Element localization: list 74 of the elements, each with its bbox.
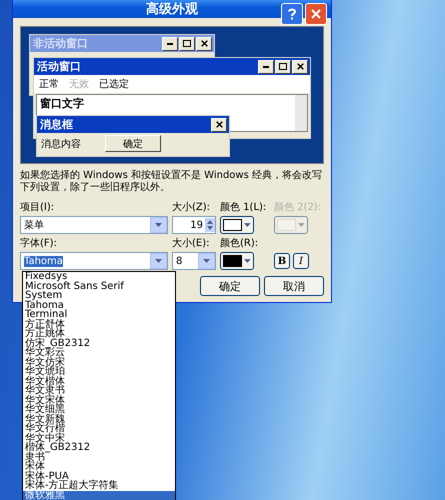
menu-item[interactable]: 已选定 [99,77,129,91]
field-label: 大小(Z): [172,200,212,214]
list-item[interactable]: 华文新魏 [23,414,175,424]
minimize-icon [167,42,173,44]
caret-icon [298,223,305,227]
list-item[interactable]: 宋体 [23,462,175,472]
caret-icon [155,259,162,263]
field-label: 颜色 1(L): [220,200,268,214]
field-label: 字体(F): [20,236,58,250]
close-button[interactable] [211,118,227,132]
caret-icon [244,223,251,227]
list-item[interactable]: 宋体-PUA [23,472,175,481]
minimize-icon [263,66,269,68]
list-item[interactable]: 仿宋_GB2312 [23,338,175,348]
list-item[interactable]: 华文隶书 [23,386,175,396]
help-button[interactable] [281,3,303,25]
list-item[interactable]: 华文琥珀 [23,367,175,376]
maximize-icon [279,63,287,70]
field-label: 大小(E): [172,236,210,250]
help-icon [288,8,296,20]
dialog-button[interactable]: 取消 [264,276,324,296]
close-button[interactable] [196,36,212,50]
close-icon [200,40,208,47]
style-button[interactable]: I [293,253,309,269]
dialog-button[interactable]: 确定 [200,276,260,296]
font-size-dropdown[interactable]: 8 [172,252,216,270]
list-item[interactable]: 华文宋体 [23,396,175,405]
maximize-icon [183,40,191,47]
color-picker-button[interactable] [220,252,254,270]
list-item[interactable]: System [23,291,175,300]
field-label: 颜色(R): [220,236,260,250]
list-item[interactable]: 华文细黑 [23,405,175,414]
list-item[interactable]: 华文行楷 [23,424,175,434]
caret-icon [203,259,210,263]
ok-button[interactable]: 确定 [105,135,161,152]
spinner-icon [205,218,215,232]
list-item[interactable]: Microsoft Sans Serif [23,282,175,291]
list-item[interactable]: Terminal [23,310,175,320]
list-item[interactable]: 华文仿宋 [23,358,175,367]
window-text: 窗口文字 [39,96,85,112]
list-item[interactable]: 方正舒体 [23,320,175,329]
field-label: 颜色 2(2): [274,200,322,214]
list-item[interactable]: 宋体-方正超大字符集 [23,481,175,490]
list-item[interactable]: 隶书 [23,452,175,462]
message-text: 消息内容 [41,138,81,150]
size-spinbox[interactable]: 19 [172,216,216,234]
list-item[interactable]: 华文楷体 [23,376,175,386]
list-item[interactable]: 楷体_GB2312 [23,443,175,452]
list-item[interactable]: Tahoma [23,300,175,310]
window-title: 活动窗口 [37,59,81,74]
minimize-button[interactable] [162,36,178,50]
scrollbar[interactable] [295,95,307,131]
item-dropdown[interactable]: 菜单 [20,216,168,234]
list-item[interactable]: 华文中宋 [23,434,175,443]
list-item[interactable]: 方正姚体 [23,329,175,338]
close-icon [296,63,304,70]
close-icon [216,121,222,128]
style-button[interactable]: B [274,253,290,269]
close-button[interactable] [292,60,308,74]
menu-item[interactable]: 正常 [39,77,59,91]
minimize-button[interactable] [258,60,274,74]
font-dropdown[interactable]: Tahoma [20,252,168,270]
description-text: 如果您选择的 Windows 和按钮设置不是 Windows 经典，将会改写下列设置，除了一些旧程序以外。 [20,170,323,194]
field-label: 项目(I): [20,201,56,214]
maximize-button[interactable] [275,60,291,74]
caret-icon [244,259,251,263]
list-item[interactable]: 华文彩云 [23,348,175,358]
caret-icon [155,223,162,227]
window-title: 高级外观 [146,0,198,18]
close-icon [311,9,321,19]
window-title: 非活动窗口 [33,36,88,51]
maximize-button[interactable] [179,36,195,50]
color-picker-button[interactable] [220,216,254,234]
window-title: 消息框 [40,117,73,132]
